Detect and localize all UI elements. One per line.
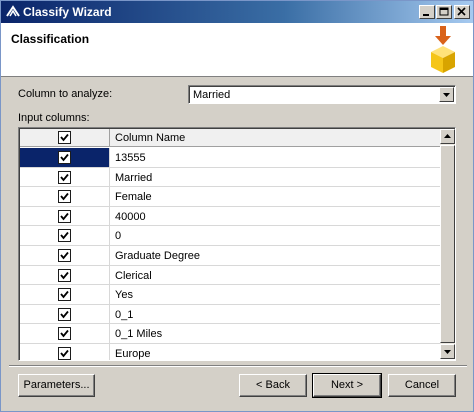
row-checkbox[interactable] bbox=[58, 209, 71, 223]
row-checkbox[interactable] bbox=[58, 170, 71, 184]
wizard-header: Classification bbox=[1, 23, 473, 77]
check-cell[interactable] bbox=[20, 324, 110, 343]
column-to-analyze-label: Column to analyze: bbox=[18, 88, 113, 100]
scroll-thumb[interactable] bbox=[440, 145, 455, 343]
check-icon bbox=[60, 271, 69, 280]
check-cell[interactable] bbox=[20, 226, 110, 245]
table-row[interactable]: Yes bbox=[20, 285, 440, 305]
column-name-cell: 40000 bbox=[115, 210, 146, 223]
check-cell[interactable] bbox=[20, 206, 110, 226]
check-cell[interactable] bbox=[20, 187, 110, 206]
scroll-down-button[interactable] bbox=[440, 344, 455, 359]
table-row[interactable]: 13555 bbox=[20, 148, 440, 168]
grid-header: Column Name bbox=[20, 129, 440, 147]
check-cell[interactable] bbox=[20, 246, 110, 265]
app-icon bbox=[6, 5, 20, 17]
cancel-button[interactable]: Cancel bbox=[388, 374, 456, 397]
row-checkbox[interactable] bbox=[58, 249, 71, 262]
row-checkbox[interactable] bbox=[58, 307, 71, 321]
title-bar[interactable]: Classify Wizard bbox=[1, 1, 473, 23]
scroll-up-button[interactable] bbox=[440, 129, 455, 144]
column-name-cell: Clerical bbox=[115, 269, 152, 282]
check-icon bbox=[60, 232, 69, 240]
select-all-checkbox[interactable] bbox=[58, 131, 71, 144]
arrow-down-icon bbox=[444, 350, 451, 354]
row-checkbox[interactable] bbox=[58, 190, 71, 204]
row-checkbox[interactable] bbox=[58, 268, 71, 282]
footer-separator bbox=[9, 365, 467, 367]
vertical-scrollbar[interactable] bbox=[440, 129, 455, 359]
table-row[interactable]: Clerical bbox=[20, 265, 440, 286]
check-icon bbox=[60, 310, 69, 319]
page-title: Classification bbox=[11, 32, 90, 46]
back-button[interactable]: < Back bbox=[239, 374, 307, 397]
column-name-cell: Europe bbox=[115, 348, 151, 360]
next-button[interactable]: Next > bbox=[312, 373, 382, 398]
header-check-cell bbox=[20, 129, 110, 147]
row-checkbox[interactable] bbox=[58, 288, 71, 302]
check-icon bbox=[60, 153, 69, 162]
input-columns-label: Input columns: bbox=[18, 112, 90, 124]
table-row[interactable]: 0 bbox=[20, 226, 440, 246]
row-checkbox[interactable] bbox=[58, 327, 71, 341]
check-icon bbox=[60, 349, 69, 358]
check-icon bbox=[60, 193, 69, 201]
row-checkbox[interactable] bbox=[58, 347, 71, 360]
chevron-down-icon bbox=[443, 93, 450, 97]
table-row[interactable]: Graduate Degree bbox=[20, 246, 440, 266]
check-cell[interactable] bbox=[20, 265, 110, 285]
column-name-cell: Graduate Degree bbox=[115, 250, 200, 262]
minimize-icon bbox=[423, 14, 429, 16]
column-name-cell: Yes bbox=[115, 289, 133, 302]
close-icon bbox=[457, 7, 466, 16]
check-cell[interactable] bbox=[20, 285, 110, 304]
dropdown-button[interactable] bbox=[439, 87, 454, 102]
column-name-cell: Married bbox=[115, 171, 153, 184]
table-row[interactable]: 0_1 Miles bbox=[20, 324, 440, 344]
table-row[interactable]: 0_1 bbox=[20, 304, 440, 325]
column-name-cell: Female bbox=[115, 191, 152, 204]
column-name-cell: 13555 bbox=[115, 152, 146, 164]
check-cell[interactable] bbox=[20, 304, 110, 324]
check-cell[interactable] bbox=[20, 344, 110, 360]
check-icon bbox=[60, 173, 69, 182]
maximize-button[interactable] bbox=[436, 5, 452, 19]
column-to-analyze-select[interactable]: Married bbox=[188, 85, 456, 104]
maximize-icon bbox=[439, 7, 449, 16]
column-name-header[interactable]: Column Name bbox=[115, 132, 185, 144]
input-columns-grid[interactable]: Column Name 13555 Married Female 40000 0 Grad… bbox=[18, 127, 456, 361]
column-to-analyze-value: Married bbox=[193, 89, 231, 101]
classification-cube-icon bbox=[431, 26, 455, 73]
check-cell[interactable] bbox=[20, 167, 110, 187]
arrow-up-icon bbox=[444, 134, 451, 138]
column-name-cell: 0_1 bbox=[115, 308, 134, 321]
classify-wizard-window: Classify Wizard Classification Column to… bbox=[0, 0, 474, 412]
close-button[interactable] bbox=[454, 5, 470, 19]
column-name-cell: 0 bbox=[115, 230, 122, 243]
row-checkbox[interactable] bbox=[58, 229, 71, 243]
check-icon bbox=[60, 291, 69, 299]
table-row[interactable]: Female bbox=[20, 187, 440, 207]
check-icon bbox=[60, 133, 69, 142]
table-row[interactable]: 40000 bbox=[20, 206, 440, 227]
check-icon bbox=[60, 251, 69, 260]
table-row[interactable]: Europe bbox=[20, 344, 440, 360]
table-row[interactable]: Married bbox=[20, 167, 440, 188]
minimize-button[interactable] bbox=[419, 5, 435, 19]
parameters-button[interactable]: Parameters... bbox=[18, 374, 95, 397]
check-icon bbox=[60, 212, 69, 221]
column-name-cell: 0_1 Miles bbox=[115, 328, 163, 341]
row-checkbox[interactable] bbox=[58, 151, 71, 164]
check-icon bbox=[60, 330, 69, 338]
check-cell[interactable] bbox=[20, 148, 110, 167]
window-title: Classify Wizard bbox=[23, 5, 112, 19]
